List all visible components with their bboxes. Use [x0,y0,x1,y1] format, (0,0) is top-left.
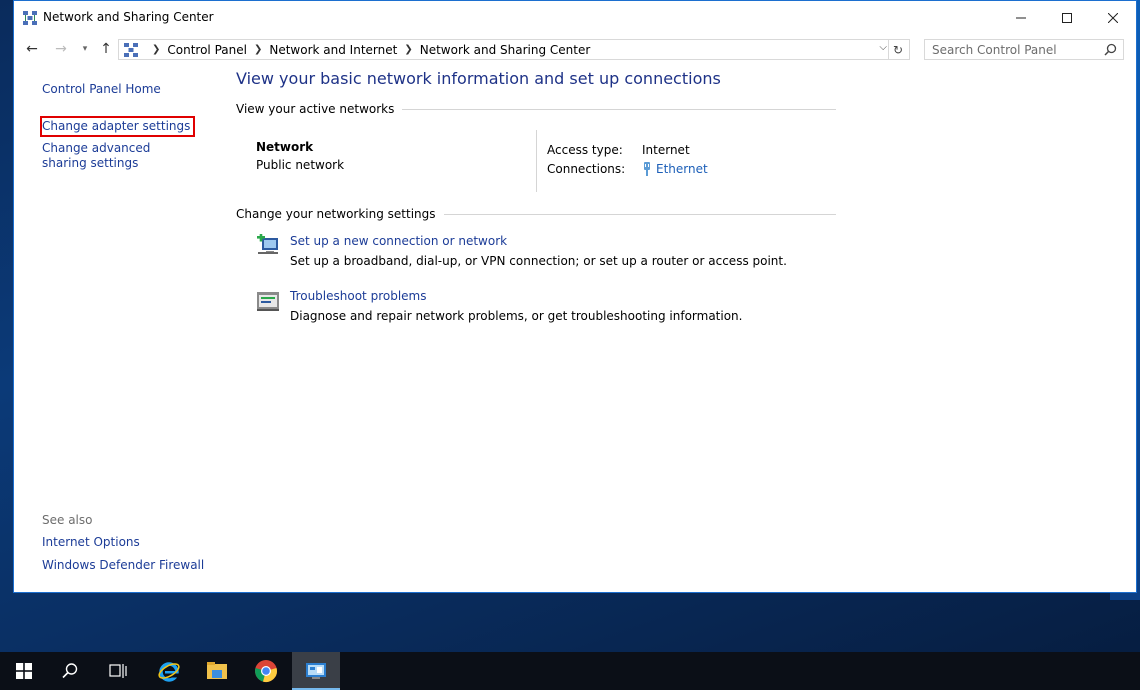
control-panel-icon [306,663,326,679]
recent-locations-button[interactable]: ▾ [75,39,95,59]
close-button[interactable] [1090,1,1136,34]
file-explorer-taskbar-button[interactable] [193,652,241,690]
troubleshoot-icon [257,292,279,311]
setup-new-connection-link[interactable]: Set up a new connection or network [290,234,507,248]
address-dropdown-icon[interactable]: ⌵ [879,42,887,53]
maximize-button[interactable] [1044,1,1090,34]
search-icon[interactable] [1104,43,1117,56]
breadcrumb-network-and-internet[interactable]: Network and Internet [269,43,397,57]
change-settings-heading: Change your networking settings [236,207,836,221]
see-also-section: See also Internet Options Windows Defend… [42,513,204,573]
taskbar [0,652,1140,690]
control-panel-home-link[interactable]: Control Panel Home [42,82,161,97]
new-connection-icon [257,234,278,254]
network-sharing-center-window: Network and Sharing Center ← → ▾ ↑ ❯ Con… [13,0,1137,593]
connections-label: Connections: [547,161,626,176]
up-button[interactable]: ↑ [96,39,116,59]
setup-new-connection-desc: Set up a broadband, dial-up, or VPN conn… [290,254,787,268]
back-button[interactable]: ← [22,39,42,59]
refresh-icon: ↻ [892,42,904,57]
forward-arrow-icon: → [55,41,67,57]
chevron-right-icon[interactable]: ❯ [404,44,412,55]
change-settings-heading-text: Change your networking settings [236,207,436,221]
breadcrumb-network-sharing-center[interactable]: Network and Sharing Center [420,43,591,57]
troubleshoot-problems-desc: Diagnose and repair network problems, or… [290,309,743,323]
up-arrow-icon: ↑ [100,41,112,57]
change-adapter-settings-link[interactable]: Change adapter settings [40,116,196,137]
task-view-icon [109,664,127,678]
chevron-right-icon[interactable]: ❯ [254,44,262,55]
divider [443,213,836,215]
network-info: Network Public network [256,140,344,172]
refresh-button[interactable]: ↻ [888,40,907,59]
see-also-title: See also [42,513,93,527]
back-arrow-icon: ← [26,41,38,57]
active-network-panel: Network Public network Access type: Inte… [236,122,836,192]
access-type-label: Access type: [547,142,623,157]
window-title: Network and Sharing Center [43,10,214,24]
windows-defender-firewall-link[interactable]: Windows Defender Firewall [42,558,204,573]
access-type-value: Internet [642,142,690,157]
internet-explorer-taskbar-button[interactable] [145,652,193,690]
forward-button[interactable]: → [51,39,71,59]
internet-options-link[interactable]: Internet Options [42,535,204,550]
title-bar[interactable]: Network and Sharing Center [14,1,1136,34]
divider [536,130,537,192]
minimize-icon [1016,17,1026,18]
minimize-button[interactable] [998,1,1044,34]
close-icon [1108,12,1118,23]
active-networks-heading: View your active networks [236,102,836,116]
file-explorer-icon [207,662,227,679]
navigation-bar: ← → ▾ ↑ ❯ Control Panel ❯ Network and In… [14,37,1136,63]
control-panel-taskbar-button[interactable] [292,652,340,690]
taskbar-search-button[interactable] [46,652,94,690]
start-icon [16,663,32,679]
chevron-down-icon: ▾ [82,44,88,54]
main-content: View your basic network information and … [236,69,836,344]
network-center-icon [124,42,138,57]
troubleshoot-problems-link[interactable]: Troubleshoot problems [290,289,426,303]
chevron-right-icon[interactable]: ❯ [152,44,160,55]
search-box[interactable] [924,39,1124,60]
active-networks-heading-text: View your active networks [236,102,395,116]
address-bar[interactable]: ❯ Control Panel ❯ Network and Internet ❯… [118,39,910,60]
ethernet-connection[interactable]: Ethernet [642,161,708,177]
internet-explorer-icon [158,662,180,682]
start-button[interactable] [0,652,48,690]
change-advanced-sharing-link[interactable]: Change advanced sharing settings [42,141,192,171]
maximize-icon [1062,12,1072,23]
network-name: Network [256,140,314,154]
task-new-connection: Set up a new connection or network Set u… [236,234,836,289]
search-icon [62,663,78,679]
network-center-icon [23,11,37,25]
network-type-link[interactable]: Public network [256,158,344,172]
breadcrumb-control-panel[interactable]: Control Panel [167,43,247,57]
network-details: Access type: Internet Connections: Ether… [547,140,708,178]
divider [402,108,836,110]
chrome-taskbar-button[interactable] [242,652,290,690]
ethernet-link[interactable]: Ethernet [656,162,708,176]
chrome-icon [255,660,277,682]
task-view-button[interactable] [94,652,142,690]
task-troubleshoot: Troubleshoot problems Diagnose and repai… [236,289,836,344]
search-input[interactable] [932,42,1097,57]
ethernet-icon [644,161,650,176]
page-title: View your basic network information and … [236,69,721,88]
